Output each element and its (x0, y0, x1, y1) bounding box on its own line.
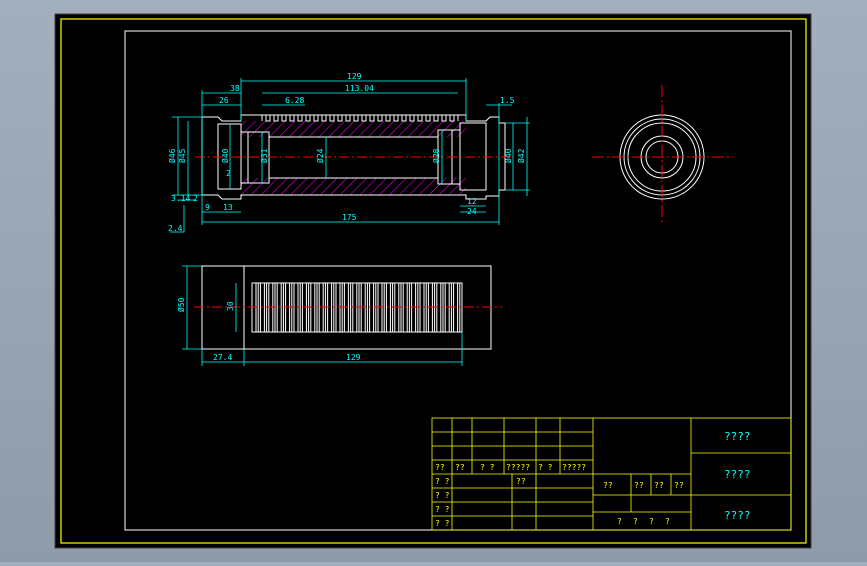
tb-col-1: ? ? (435, 505, 450, 514)
dim-text-phi46: Ø46 (167, 148, 177, 163)
dim-text-phi28: Ø28 (431, 148, 441, 163)
tb-label-1: ?? (455, 463, 465, 472)
dim-text-2b: 2 (226, 169, 231, 178)
tb-col-0: ? ? (435, 491, 450, 500)
tb-midb-2: ? (649, 517, 654, 526)
tb-midb-1: ? (633, 517, 638, 526)
dim-text-phi24: Ø24 (315, 148, 325, 163)
tb-mid-2: ?? (654, 481, 664, 490)
tb-label-0: ?? (435, 463, 445, 472)
tb-midb-3: ? (665, 517, 670, 526)
tb-mid-1: ?? (634, 481, 644, 490)
drawing-canvas: 129 113.04 38 26 6.28 1.5 175 12 24 9 13… (54, 13, 812, 549)
dim-text-15: 1.5 (500, 96, 515, 105)
dim-text-113: 113.04 (345, 84, 374, 93)
tb-row2-0: ? ? (435, 477, 450, 486)
dim-text-phi50: Ø50 (176, 297, 186, 312)
tb-label-3: ????? (506, 463, 530, 472)
dim-text-274: 27.4 (213, 353, 232, 362)
dim-text-24: 24 (467, 207, 477, 216)
dim-text-24s: 2.4 (168, 224, 183, 233)
dim-text-38: 38 (230, 84, 240, 93)
cad-viewport: 129 113.04 38 26 6.28 1.5 175 12 24 9 13… (0, 0, 867, 562)
tb-label-5: ????? (562, 463, 586, 472)
tb-col-2: ? ? (435, 519, 450, 528)
upper-wall-hatch (241, 121, 466, 137)
tb-right-1: ???? (724, 468, 751, 481)
dim-text-phi42: Ø42 (516, 148, 526, 163)
dim-text-phi31: Ø31 (259, 148, 269, 163)
tb-label-4: ? ? (538, 463, 553, 472)
dim-text-phi45: Ø45 (177, 148, 187, 163)
dim-text-2: 2 (193, 194, 198, 203)
tb-mid-3: ?? (674, 481, 684, 490)
dim-text-314: 3.14 (171, 194, 190, 203)
tb-right-2: ???? (724, 509, 751, 522)
tb-mid-0: ?? (603, 481, 613, 490)
lower-wall-hatch (241, 178, 466, 195)
dim-text-phi40: Ø40 (220, 148, 230, 163)
dim-text-phi40r: Ø40 (503, 148, 513, 163)
drawing-sheet (54, 13, 812, 549)
dim-text-12: 12 (467, 197, 477, 206)
dim-text-9: 9 (205, 203, 210, 212)
dim-text-30: 30 (226, 301, 235, 311)
tb-label-2: ? ? (480, 463, 495, 472)
dim-text-26: 26 (219, 96, 229, 105)
dim-text-628: 6.28 (285, 96, 304, 105)
tb-right-0: ???? (724, 430, 751, 443)
dim-text-129b: 129 (346, 353, 361, 362)
tb-row2-1: ?? (516, 477, 526, 486)
dim-text-175: 175 (342, 213, 357, 222)
dim-text-13: 13 (223, 203, 233, 212)
tb-midb-0: ? (617, 517, 622, 526)
dim-text-129: 129 (347, 72, 362, 81)
